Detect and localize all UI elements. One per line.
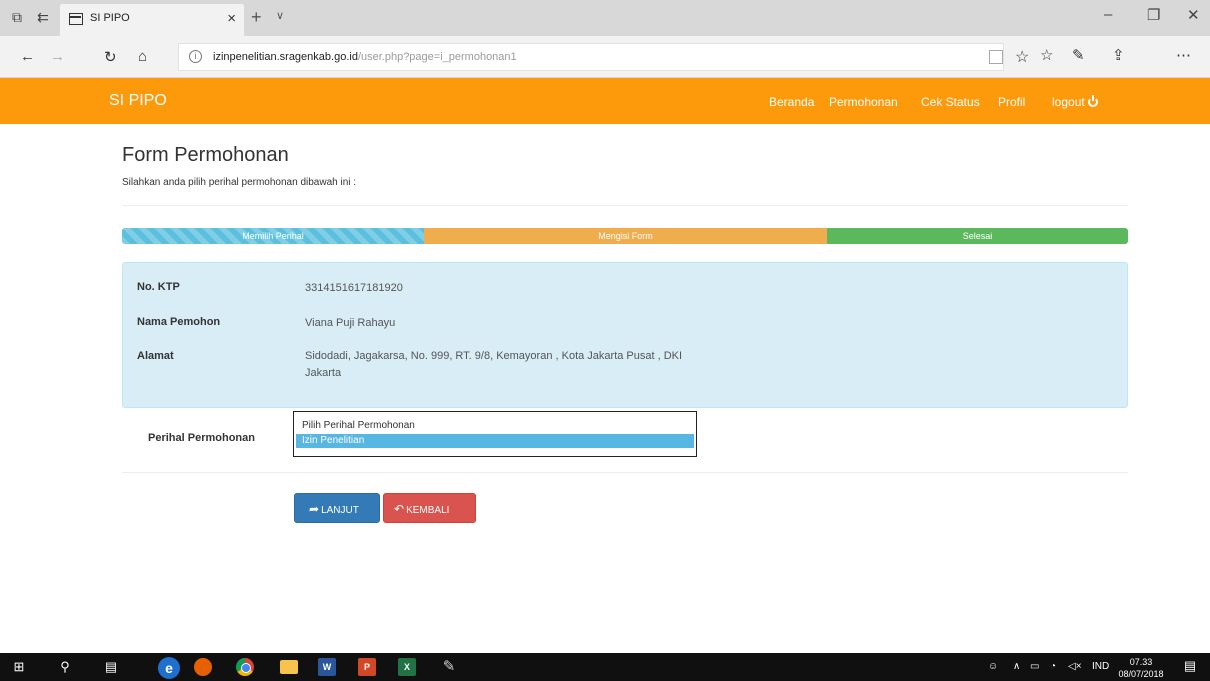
divider <box>122 205 1128 206</box>
nama-label: Nama Pemohon <box>137 316 221 328</box>
divider <box>122 472 1128 473</box>
alamat-value: Sidodadi, Jagakarsa, No. 999, RT. 9/8, K… <box>305 350 683 379</box>
excel-icon[interactable]: X <box>398 658 416 676</box>
close-window-button[interactable]: ✕ <box>1187 6 1200 24</box>
taskbar-clock[interactable]: 07.33 08/07/2018 <box>1118 656 1164 680</box>
site-brand[interactable]: SI PIPO <box>109 92 167 110</box>
option-pilih-perihal[interactable]: Pilih Perihal Permohonan <box>296 419 694 433</box>
kembali-button[interactable]: ↶ KEMBALI <box>383 493 476 523</box>
perihal-label: Perihal Permohonan <box>148 432 255 444</box>
page-favicon-icon <box>69 13 83 25</box>
page-subtitle: Silahkan anda pilih perihal permohonan d… <box>122 177 357 188</box>
chrome-icon[interactable] <box>236 658 254 676</box>
task-view-icon[interactable]: ▤ <box>102 658 120 676</box>
home-icon[interactable]: ⌂ <box>138 48 147 65</box>
option-izin-penelitian[interactable]: Izin Penelitian <box>296 434 694 448</box>
nav-link-logout[interactable]: logout <box>1052 95 1098 109</box>
back-icon[interactable]: ← <box>20 48 35 65</box>
maximize-button[interactable]: ❐ <box>1147 6 1160 24</box>
tab-title: SI PIPO <box>90 12 130 24</box>
ktp-label: No. KTP <box>137 281 180 293</box>
paint-icon[interactable]: ✎ <box>440 658 458 676</box>
address-toolbar: ← → ↻ ⌂ i izinpenelitian.sragenkab.go.id… <box>0 36 1210 78</box>
browser-title-bar: ⧉ ⇇ SI PIPO × + ∨ – ❐ ✕ <box>0 0 1210 36</box>
new-tab-icon[interactable]: + <box>251 7 262 28</box>
step-mengisi-form: Mengisi Form <box>424 228 827 244</box>
step-progress-bar: Memilih Perihal Mengisi Form Selesai <box>122 228 1128 244</box>
nav-link-cek-status[interactable]: Cek Status <box>921 95 980 109</box>
wifi-icon[interactable]: ◔ <box>1050 661 1056 672</box>
clock-time: 07.33 <box>1129 657 1153 667</box>
browser-tab[interactable]: SI PIPO × <box>60 4 244 36</box>
logout-label: logout <box>1052 95 1085 109</box>
input-language[interactable]: IND <box>1092 661 1109 672</box>
share-icon[interactable]: ⇪ <box>1112 46 1125 64</box>
more-options-icon[interactable]: ⋯ <box>1176 46 1191 64</box>
step-selesai: Selesai <box>827 228 1128 244</box>
search-icon[interactable]: ⚲ <box>56 658 74 676</box>
action-center-icon[interactable]: ▤ <box>1182 658 1198 674</box>
tab-preview-icon[interactable]: ⧉ <box>8 8 26 26</box>
alamat-label: Alamat <box>137 350 174 362</box>
battery-icon[interactable]: ▭ <box>1030 661 1039 672</box>
file-explorer-icon[interactable] <box>280 660 298 674</box>
show-hidden-icons-chevron-icon[interactable]: ∧ <box>1013 661 1020 672</box>
minimize-button[interactable]: – <box>1104 6 1112 23</box>
tab-list-chevron-icon[interactable]: ∨ <box>276 9 284 22</box>
volume-icon[interactable]: ◁× <box>1068 661 1082 672</box>
powerpoint-icon[interactable]: P <box>358 658 376 676</box>
lanjut-button[interactable]: ➦ LANJUT <box>294 493 380 523</box>
reply-arrow-icon: ↶ <box>394 502 405 516</box>
site-navbar: SI PIPO Beranda Permohonan Cek Status Pr… <box>0 78 1210 124</box>
set-tabs-aside-icon[interactable]: ⇇ <box>34 8 52 26</box>
word-icon[interactable]: W <box>318 658 336 676</box>
nav-link-profil[interactable]: Profil <box>998 95 1025 109</box>
lanjut-label: LANJUT <box>321 505 359 516</box>
url-path: /user.php?page=i_permohonan1 <box>357 51 517 63</box>
applicant-info-panel: No. KTP 3314151617181920 Nama Pemohon Vi… <box>122 262 1128 408</box>
people-icon[interactable]: ☺ <box>988 661 998 672</box>
edge-browser-icon[interactable]: e <box>158 657 180 679</box>
url-text[interactable]: izinpenelitian.sragenkab.go.id/user.php?… <box>213 51 517 63</box>
page-title: Form Permohonan <box>122 144 289 166</box>
step-memilih-perihal: Memilih Perihal <box>122 228 424 244</box>
site-info-icon[interactable]: i <box>189 50 202 63</box>
address-bar[interactable]: i izinpenelitian.sragenkab.go.id/user.ph… <box>178 43 1029 71</box>
kembali-label: KEMBALI <box>406 505 450 516</box>
share-arrow-icon: ➦ <box>309 502 320 516</box>
browser-window: ⧉ ⇇ SI PIPO × + ∨ – ❐ ✕ ← → ↻ ⌂ i izinpe… <box>0 0 1210 681</box>
windows-taskbar: ⊞ ⚲ ▤ e W P X ✎ ☺ ∧ ▭ ◔ ◁× IND 07.33 08/… <box>0 653 1210 681</box>
favorites-hub-icon[interactable]: ☆ <box>1040 46 1053 64</box>
forward-icon[interactable]: → <box>50 48 65 65</box>
refresh-icon[interactable]: ↻ <box>104 48 117 66</box>
add-favorite-star-icon[interactable]: ☆ <box>1015 47 1029 67</box>
clock-date: 08/07/2018 <box>1118 669 1164 679</box>
ktp-value: 3314151617181920 <box>305 282 403 294</box>
nama-value: Viana Puji Rahayu <box>305 317 396 329</box>
tab-close-icon[interactable]: × <box>227 10 236 27</box>
reading-view-icon[interactable] <box>989 50 1003 64</box>
perihal-select[interactable]: Pilih Perihal Permohonan Izin Penelitian <box>293 411 697 457</box>
power-icon <box>1087 95 1098 107</box>
url-host: izinpenelitian.sragenkab.go.id <box>213 51 358 63</box>
nav-link-beranda[interactable]: Beranda <box>769 95 814 109</box>
web-note-pen-icon[interactable]: ✎ <box>1072 46 1085 64</box>
windows-start-icon[interactable]: ⊞ <box>10 658 28 676</box>
nav-link-permohonan[interactable]: Permohonan <box>829 95 898 109</box>
firefox-icon[interactable] <box>194 658 212 676</box>
